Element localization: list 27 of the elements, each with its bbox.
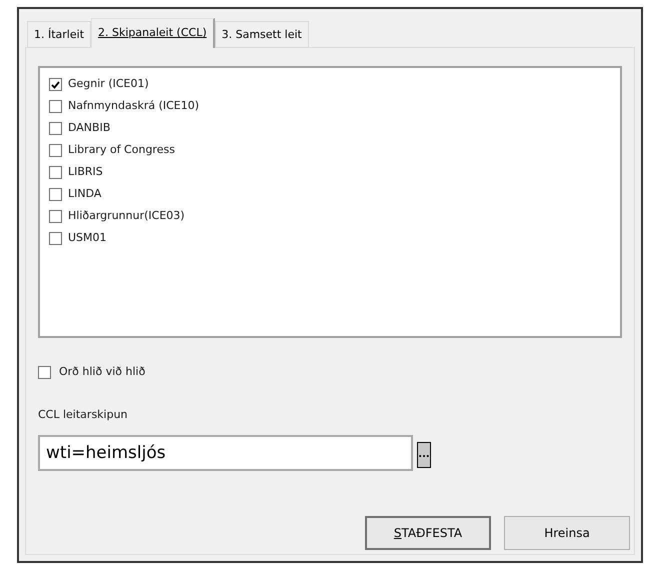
ccl-input-field[interactable]: wti=heimsljós <box>38 435 413 471</box>
checkbox[interactable] <box>38 366 51 379</box>
action-button[interactable]: STAÐFESTA <box>365 516 491 550</box>
database-label: Library of Congress <box>68 142 175 158</box>
database-label: LIBRIS <box>68 164 103 180</box>
checkbox[interactable] <box>49 210 62 223</box>
checkbox-label: Orð hlið við hlið <box>59 364 146 380</box>
checkbox[interactable] <box>49 122 62 135</box>
tab[interactable]: 1. Ítarleit <box>27 21 92 47</box>
action-button[interactable]: Hreinsa <box>504 516 630 550</box>
database-label: Gegnir (ICE01) <box>68 76 149 92</box>
checkbox[interactable] <box>49 166 62 179</box>
tab[interactable]: 2. Skipanaleit (CCL) <box>91 18 215 48</box>
field-label: CCL leitarskipun <box>38 406 128 422</box>
database-label: Nafnmyndaskrá (ICE10) <box>68 98 200 114</box>
checkbox[interactable] <box>49 232 62 245</box>
checkbox[interactable] <box>49 144 62 157</box>
database-label: USM01 <box>68 230 107 246</box>
checkbox[interactable] <box>49 188 62 201</box>
checkbox[interactable] <box>49 100 62 113</box>
tab[interactable]: 3. Samsett leit <box>214 21 309 47</box>
database-label: DANBIB <box>68 120 110 136</box>
database-label: Hliðargrunnur(ICE03) <box>68 208 185 224</box>
checkmark-icon <box>51 80 60 88</box>
checkbox[interactable] <box>49 78 62 91</box>
browse-button[interactable]: ... <box>417 442 431 468</box>
database-label: LINDA <box>68 186 102 202</box>
